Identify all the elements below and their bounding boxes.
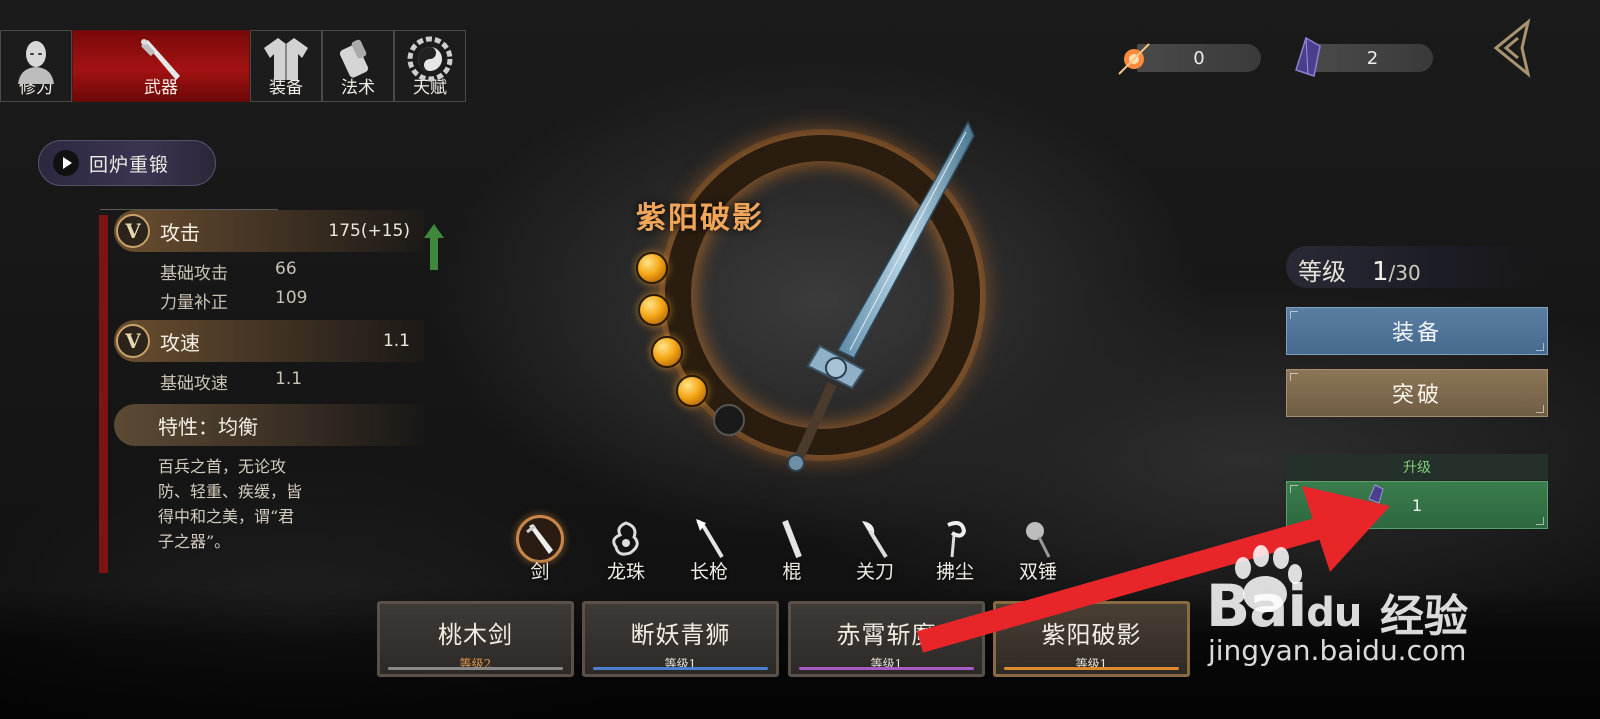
socket-filled-icon[interactable]: [651, 336, 683, 368]
level-title: 等级: [1298, 258, 1346, 286]
weapon-card[interactable]: 断妖青狮 等级1: [582, 601, 779, 677]
attack-header[interactable]: V 攻击 175(+15): [114, 210, 424, 252]
desc-line: 子之器”。: [158, 532, 231, 551]
glaive-icon: [851, 515, 899, 563]
stat-value: 109: [275, 288, 308, 308]
rarity-bar: [799, 667, 974, 670]
stat-value: 66: [275, 259, 297, 279]
weapon-sword-image: [787, 120, 975, 472]
desc-line: 百兵之首，无论攻: [158, 457, 287, 476]
upgrade-title: 升级: [1286, 454, 1548, 480]
weapon-type-dragon[interactable]: 龙珠: [594, 515, 658, 584]
equip-label: 装备: [1391, 321, 1442, 346]
currency-crystal-value: 2: [1312, 44, 1433, 72]
tab-talent[interactable]: 天赋: [394, 30, 466, 102]
back-icon[interactable]: [1488, 18, 1536, 78]
weapon-type-glaive[interactable]: 关刀: [843, 515, 907, 584]
weapon-card-name: 桃木剑: [438, 621, 513, 649]
trait-header: 特性：均衡: [114, 404, 424, 446]
attack-title: 攻击: [160, 220, 200, 245]
rarity-bar: [388, 667, 563, 670]
upgrade-cost: 1: [1411, 495, 1423, 515]
currency-fire: 0: [1115, 40, 1263, 76]
speed-value: 1.1: [382, 331, 410, 351]
socket-filled-icon[interactable]: [638, 294, 670, 326]
recast-button[interactable]: 回炉重锻: [38, 140, 216, 186]
stats-accent-bar: [99, 215, 108, 573]
fire-orb-icon: [1118, 43, 1150, 75]
weapon-card-name: 断妖青狮: [630, 621, 731, 649]
tab-equipment[interactable]: 装备: [250, 30, 322, 102]
weapon-type-label: 关刀: [855, 561, 894, 583]
equip-button[interactable]: 装备: [1286, 307, 1548, 355]
rarity-bar: [593, 667, 768, 670]
dragon-icon: [602, 515, 650, 563]
weapon-type-label: 龙珠: [606, 561, 645, 583]
socket-filled-icon[interactable]: [676, 375, 708, 407]
level-max: /30: [1388, 261, 1421, 285]
weapon-type-staff[interactable]: 棍: [760, 515, 824, 584]
watermark-brand-b: du: [1306, 590, 1362, 636]
stat-label: 力量补正: [160, 293, 228, 313]
level-current: 1: [1372, 257, 1389, 287]
crystal-icon: [1295, 36, 1321, 77]
category-tabs: 修为 武器 装备 法术 天赋: [0, 30, 466, 102]
desc-line: 防、轻重、疾缓，皆: [158, 482, 303, 501]
currency-fire-value: 0: [1137, 44, 1261, 72]
stat-value: 1.1: [275, 369, 303, 389]
stat-label: 基础攻速: [160, 374, 228, 394]
tab-magic[interactable]: 法术: [322, 30, 394, 102]
expand-badge: V: [116, 214, 150, 248]
staff-icon: [768, 515, 816, 563]
socket-empty-icon[interactable]: [713, 404, 745, 436]
desc-line: 得中和之美，谓“君: [158, 507, 295, 526]
play-icon: [53, 150, 79, 176]
sword-icon: [140, 39, 180, 80]
weapon-type-spear[interactable]: 长枪: [677, 515, 741, 584]
watermark-url: jingyan.baidu.com: [1208, 634, 1467, 667]
speed-header[interactable]: V 攻速 1.1: [114, 320, 424, 362]
stat-increase-icon: [424, 224, 444, 270]
weapon-description: 百兵之首，无论攻 防、轻重、疾缓，皆 得中和之美，谓“君 子之器”。: [158, 454, 358, 554]
attack-value: 175(+15): [328, 221, 410, 241]
spear-icon: [685, 515, 733, 563]
level-display: 等级 1 /30: [1286, 246, 1548, 288]
weapon-type-sword[interactable]: 剑: [508, 515, 572, 584]
watermark-brand: Baidu: [1206, 572, 1362, 640]
currency-crystal: 2: [1290, 36, 1435, 77]
rarity-bar: [1004, 667, 1179, 670]
breakthrough-button[interactable]: 突破: [1286, 369, 1548, 417]
socket-filled-icon[interactable]: [636, 252, 668, 284]
watermark-brand-a: Bai: [1206, 572, 1307, 640]
sword-type-icon: [516, 515, 564, 563]
expand-badge: V: [116, 324, 150, 358]
stat-label: 基础攻击: [160, 264, 228, 284]
weapon-type-label: 剑: [530, 561, 550, 583]
weapon-type-label: 长枪: [689, 561, 728, 583]
robe-icon: [264, 38, 308, 80]
tab-weapon[interactable]: 武器: [72, 30, 250, 102]
bagua-icon: [407, 36, 453, 82]
monk-icon: [18, 41, 54, 84]
speed-title: 攻速: [160, 330, 200, 355]
breakthrough-label: 突破: [1391, 383, 1442, 408]
weapon-name: 紫阳破影: [636, 201, 764, 236]
tab-cultivation[interactable]: 修为: [0, 30, 72, 102]
recast-label: 回炉重锻: [89, 153, 170, 176]
weapon-card[interactable]: 桃木剑 等级2: [377, 601, 574, 677]
scroll-icon: [339, 39, 369, 78]
weapon-type-label: 棍: [782, 561, 802, 583]
